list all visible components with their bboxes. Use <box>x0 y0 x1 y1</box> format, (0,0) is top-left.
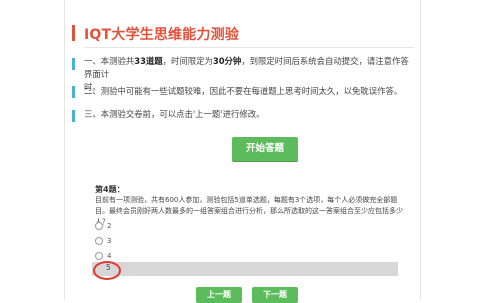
page-title: IQT大学生思维能力测验 <box>84 27 240 43</box>
radio-button[interactable] <box>95 222 103 230</box>
left-divider <box>64 0 65 300</box>
intro-text: 一、本测验共 <box>84 56 135 66</box>
question-text: 目前有一项测验，共有600人参加，测验包括5道单选题，每题有3个选项，每个人必须… <box>95 196 403 226</box>
radio-button[interactable] <box>95 237 103 245</box>
option-2[interactable]: 2 <box>95 220 111 232</box>
intro-rule-2: 二、测验中可能有一些试题较难，因此不要在每道题上思考时间太久，以免耽误作答。 <box>84 86 403 96</box>
radio-button[interactable] <box>95 252 103 260</box>
question-number: 第4题： <box>95 185 125 194</box>
option-3[interactable]: 3 <box>95 235 111 247</box>
previous-question-button[interactable]: 上一题 <box>196 287 242 303</box>
title-accent-bar <box>72 25 75 41</box>
intro-rule-3: 三、本测验交卷前，可以点击'上一题'进行修改。 <box>84 109 265 119</box>
side-marker <box>72 58 75 70</box>
start-quiz-button[interactable]: 开始答题 <box>232 137 298 161</box>
highlight-annotation-circle <box>93 261 121 280</box>
option-label: 2 <box>107 222 112 230</box>
option-label: 3 <box>107 237 112 245</box>
option-5-selected-row[interactable] <box>92 262 398 276</box>
time-limit: 30分钟 <box>212 56 242 66</box>
side-marker <box>72 86 75 98</box>
side-marker <box>72 110 75 122</box>
option-label: 4 <box>107 252 112 260</box>
intro-text: ，时间限定为 <box>162 56 213 66</box>
title-divider <box>84 47 414 48</box>
next-question-button[interactable]: 下一题 <box>252 287 298 303</box>
right-divider <box>420 0 421 300</box>
question-count: 33道题 <box>134 56 163 66</box>
